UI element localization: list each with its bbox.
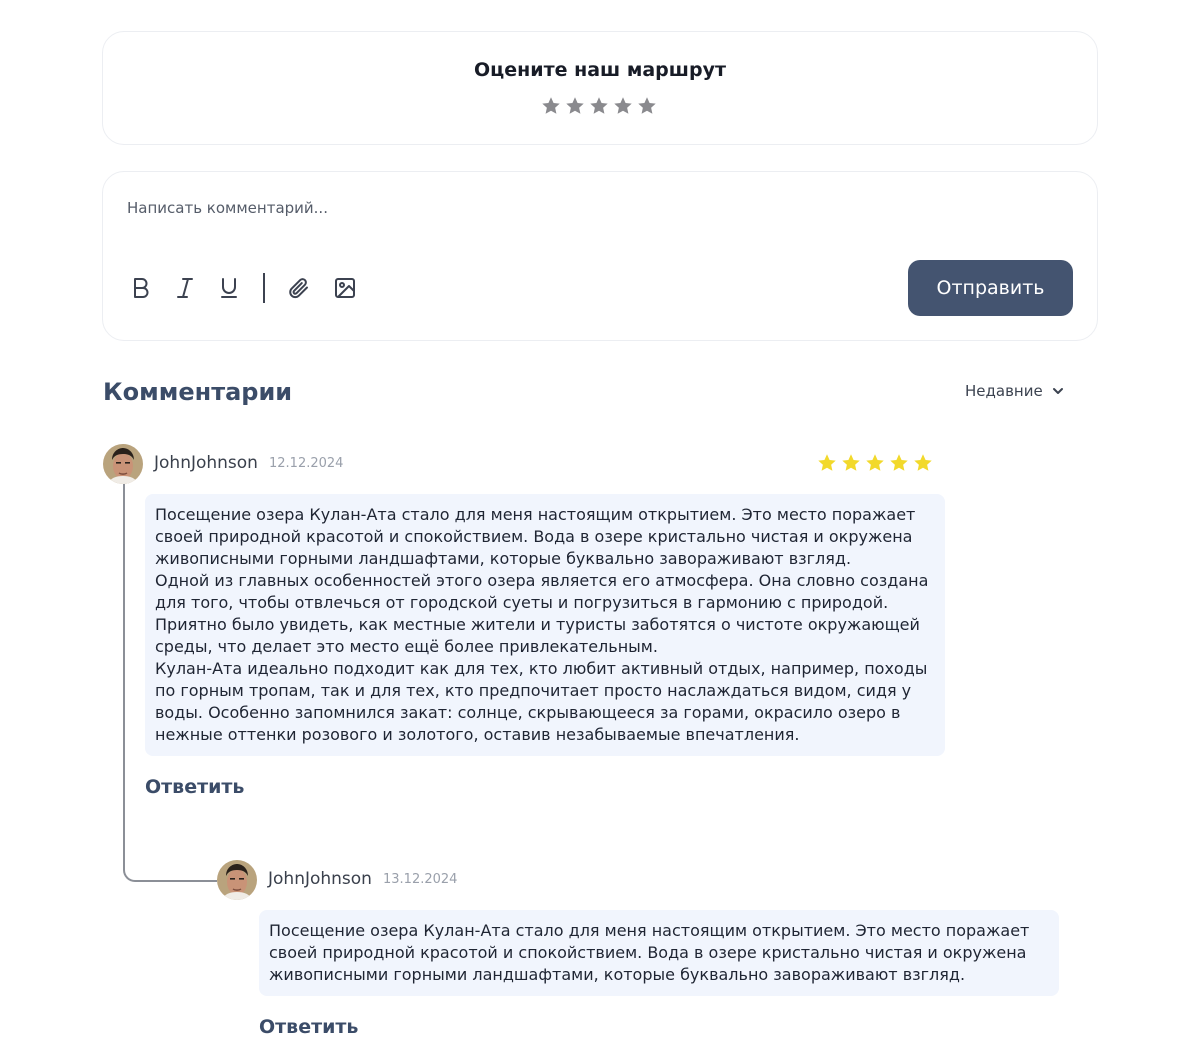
star-icon	[818, 454, 836, 471]
comment-paragraph: Посещение озера Кулан-Ата стало для меня…	[269, 921, 1030, 984]
star-icon[interactable]	[588, 95, 610, 117]
star-icon[interactable]	[540, 95, 562, 117]
rating-title: Оцените наш маршрут	[474, 59, 726, 81]
italic-icon	[177, 278, 193, 298]
sort-label: Недавние	[965, 382, 1043, 400]
comment-body: Посещение озера Кулан-Ата стало для меня…	[145, 494, 945, 756]
format-toolbar	[127, 272, 359, 304]
attach-button[interactable]	[285, 272, 313, 304]
rating-card: Оцените наш маршрут	[102, 31, 1098, 145]
user-avatar-icon	[103, 444, 143, 484]
reply-button[interactable]: Ответить	[259, 1016, 358, 1038]
sort-dropdown[interactable]: Недавние	[965, 382, 1065, 400]
send-button[interactable]: Отправить	[908, 260, 1073, 316]
comment-paragraph: Кулан-Ата идеально подходит как для тех,…	[155, 659, 928, 744]
star-icon	[914, 454, 932, 471]
underline-icon	[221, 278, 237, 298]
star-icon	[866, 454, 884, 471]
image-button[interactable]	[331, 272, 359, 304]
bold-button[interactable]	[127, 272, 155, 304]
comment-input[interactable]	[127, 196, 827, 220]
chevron-down-icon	[1052, 388, 1063, 394]
comment-rating	[816, 452, 934, 474]
image-icon	[335, 278, 355, 298]
star-icon	[842, 454, 860, 471]
star-icon[interactable]	[612, 95, 634, 117]
avatar[interactable]	[103, 444, 143, 484]
rating-stars[interactable]	[540, 95, 658, 117]
toolbar-divider	[263, 273, 265, 303]
comment-body: Посещение озера Кулан-Ата стало для меня…	[259, 910, 1059, 996]
star-icon	[890, 454, 908, 471]
comment-author[interactable]: JohnJohnson	[154, 453, 258, 473]
reply-button[interactable]: Ответить	[145, 776, 244, 798]
comment-paragraph: Посещение озера Кулан-Ата стало для меня…	[155, 505, 916, 568]
comment-date: 12.12.2024	[269, 456, 344, 471]
avatar[interactable]	[217, 860, 257, 900]
attach-icon	[289, 278, 308, 299]
star-icon[interactable]	[564, 95, 586, 117]
bold-icon	[134, 278, 149, 298]
comment-author[interactable]: JohnJohnson	[268, 869, 372, 889]
comment-composer: Отправить	[102, 171, 1098, 341]
comment-paragraph: Одной из главных особенностей этого озер…	[155, 571, 929, 656]
comment-date: 13.12.2024	[383, 872, 458, 887]
underline-button[interactable]	[215, 272, 243, 304]
star-icon[interactable]	[636, 95, 658, 117]
italic-button[interactable]	[171, 272, 199, 304]
comments-title: Комментарии	[103, 378, 293, 406]
user-avatar-icon	[217, 860, 257, 900]
